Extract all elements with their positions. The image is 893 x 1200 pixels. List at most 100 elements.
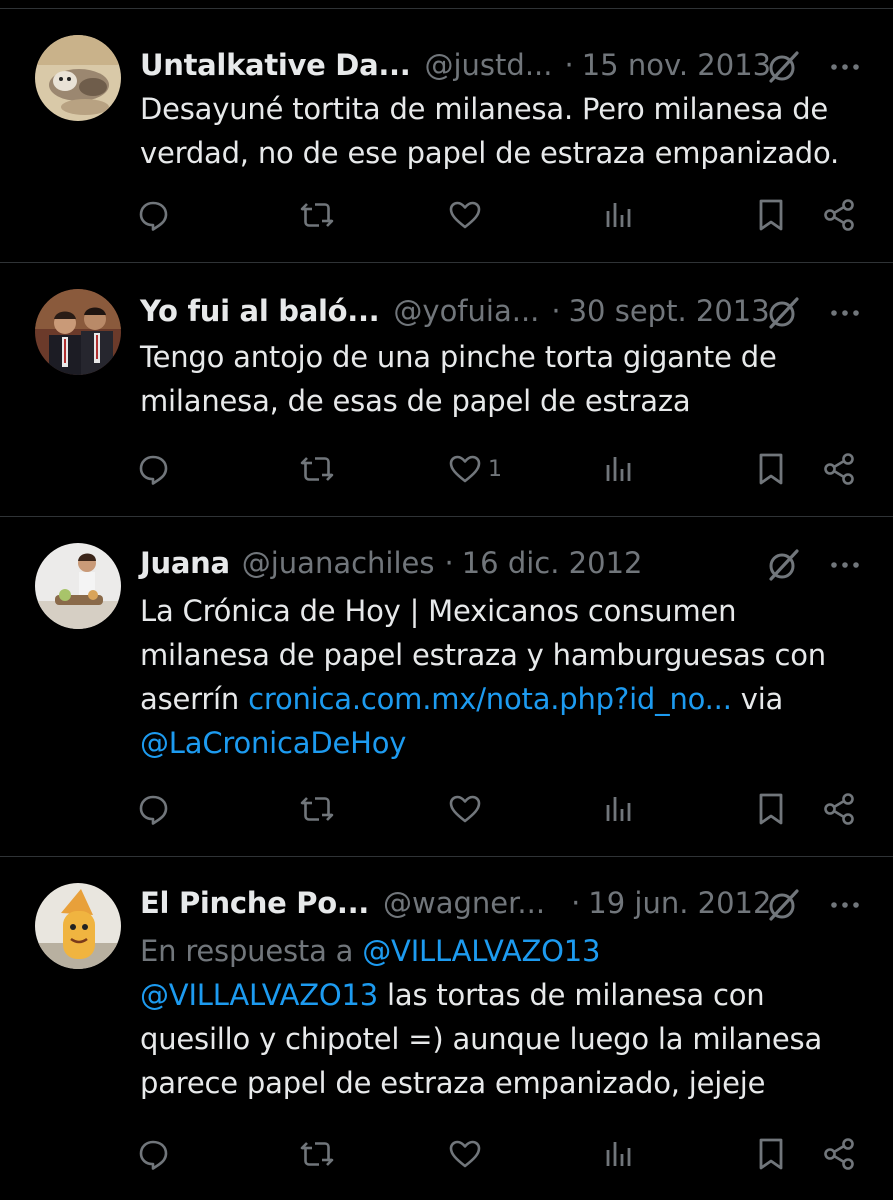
tweet-text-line: Desayuné tortita de milanesa. Pero milan… [140, 92, 829, 126]
more-icon[interactable] [827, 547, 863, 583]
mention-link[interactable]: @LaCronicaDeHoy [140, 726, 406, 760]
retweet-button[interactable] [300, 1134, 334, 1174]
tweet-date[interactable]: 16 dic. 2012 [462, 543, 643, 583]
tweet-date[interactable]: 19 jun. 2012 [588, 883, 771, 923]
like-button[interactable]: 1 [448, 449, 502, 489]
share-button[interactable] [822, 1134, 856, 1174]
display-name[interactable]: Yo fui al baló... [140, 291, 380, 331]
reply-icon [137, 1138, 169, 1170]
views-button[interactable] [604, 1134, 634, 1174]
user-handle[interactable]: @yofuia... [393, 291, 539, 331]
tweet-text-line: milanesa, de esas de papel de estraza [140, 384, 691, 418]
reply-button[interactable] [137, 449, 169, 489]
like-button[interactable] [448, 789, 488, 829]
tweet[interactable]: Yo fui al baló... @yofuia... · 30 sept. … [0, 263, 893, 517]
heart-icon [448, 199, 482, 231]
reply-button[interactable] [137, 195, 169, 235]
share-icon [822, 198, 856, 232]
display-name[interactable]: El Pinche Po... [140, 883, 369, 923]
separator-dot: · [444, 546, 454, 580]
share-icon [822, 792, 856, 826]
views-button[interactable] [604, 789, 634, 829]
retweet-button[interactable] [300, 789, 334, 829]
grok-icon[interactable] [765, 887, 801, 923]
more-icon[interactable] [827, 49, 863, 85]
user-handle[interactable]: @juanachiles [242, 543, 435, 583]
reply-mention-link[interactable]: @VILLALVAZO13 [362, 934, 600, 968]
like-count: 1 [488, 456, 502, 482]
retweet-icon [300, 1138, 334, 1170]
reply-icon [137, 793, 169, 825]
tweet-actions [0, 1134, 893, 1174]
tweet-text-line: @LaCronicaDeHoy [140, 721, 860, 765]
share-button[interactable] [822, 449, 856, 489]
bookmark-button[interactable] [757, 195, 785, 235]
reply-icon [137, 199, 169, 231]
retweet-button[interactable] [300, 449, 334, 489]
bookmark-icon [757, 792, 785, 826]
bookmark-icon [757, 198, 785, 232]
tweet-header: Yo fui al baló... @yofuia... · 30 sept. … [140, 291, 863, 331]
reply-prefix: En respuesta a [140, 934, 363, 968]
avatar[interactable] [35, 883, 121, 969]
avatar[interactable] [35, 543, 121, 629]
reply-button[interactable] [137, 789, 169, 829]
tweet-text-line: verdad, no de ese papel de estraza empan… [140, 136, 840, 170]
views-icon [604, 1138, 634, 1170]
display-name[interactable]: Juana [140, 543, 230, 583]
separator-dot: · [571, 886, 581, 920]
article-link[interactable]: cronica.com.mx/nota.php?id_no... [248, 682, 732, 716]
grok-icon[interactable] [765, 49, 801, 85]
tweet-text-line: parece papel de estraza empanizado, jeje… [140, 1066, 766, 1100]
user-handle[interactable]: @wagner... [383, 883, 545, 923]
share-button[interactable] [822, 195, 856, 235]
heart-icon [448, 1138, 482, 1170]
separator-dot: · [564, 48, 574, 82]
tweet-text-line: milanesa de papel estraza y hamburguesas… [140, 638, 826, 672]
tweet-text-line: quesillo y chipotel =) aunque luego la m… [140, 1022, 823, 1056]
tweet-date[interactable]: 30 sept. 2013 [569, 291, 770, 331]
tweet-text-span: via [731, 682, 784, 716]
bookmark-icon [757, 452, 785, 486]
avatar[interactable] [35, 35, 121, 121]
share-icon [822, 452, 856, 486]
tweet-actions [0, 195, 893, 235]
retweet-button[interactable] [300, 195, 334, 235]
bookmark-button[interactable] [757, 449, 785, 489]
mention-link[interactable]: @VILLALVAZO13 [140, 978, 378, 1012]
tweet-header: El Pinche Po... @wagner... · 19 jun. 201… [140, 883, 863, 923]
bookmark-button[interactable] [757, 1134, 785, 1174]
tweet-text-span: aserrín [140, 682, 249, 716]
reply-context: En respuesta a @VILLALVAZO13 [140, 929, 860, 973]
tweet-actions [0, 789, 893, 829]
reply-button[interactable] [137, 1134, 169, 1174]
grok-icon[interactable] [765, 547, 801, 583]
views-button[interactable] [604, 195, 634, 235]
grok-icon[interactable] [765, 295, 801, 331]
retweet-icon [300, 793, 334, 825]
tweet[interactable]: El Pinche Po... @wagner... · 19 jun. 201… [0, 857, 893, 1200]
reply-icon [137, 453, 169, 485]
like-button[interactable] [448, 1134, 488, 1174]
tweet-text-line: Tengo antojo de una pinche torta gigante… [140, 340, 777, 374]
share-icon [822, 1137, 856, 1171]
views-icon [604, 793, 634, 825]
tweet-header: Juana @juanachiles · 16 dic. 2012 [140, 543, 863, 583]
tweet-header: Untalkative Da... @justd... · 15 nov. 20… [140, 45, 863, 85]
separator-dot: · [551, 294, 561, 328]
tweet-date[interactable]: 15 nov. 2013 [582, 45, 771, 85]
views-button[interactable] [604, 449, 634, 489]
tweet[interactable]: Untalkative Da... @justd... · 15 nov. 20… [0, 9, 893, 263]
display-name[interactable]: Untalkative Da... [140, 45, 411, 85]
tweet-text-span: las tortas de milanesa con [378, 978, 765, 1012]
avatar[interactable] [35, 289, 121, 375]
tweet-text: Tengo antojo de una pinche torta gigante… [140, 335, 860, 423]
tweet[interactable]: Juana @juanachiles · 16 dic. 2012 La Cró… [0, 517, 893, 857]
like-button[interactable] [448, 195, 488, 235]
user-handle[interactable]: @justd... [425, 45, 553, 85]
retweet-icon [300, 453, 334, 485]
share-button[interactable] [822, 789, 856, 829]
more-icon[interactable] [827, 295, 863, 331]
bookmark-button[interactable] [757, 789, 785, 829]
more-icon[interactable] [827, 887, 863, 923]
